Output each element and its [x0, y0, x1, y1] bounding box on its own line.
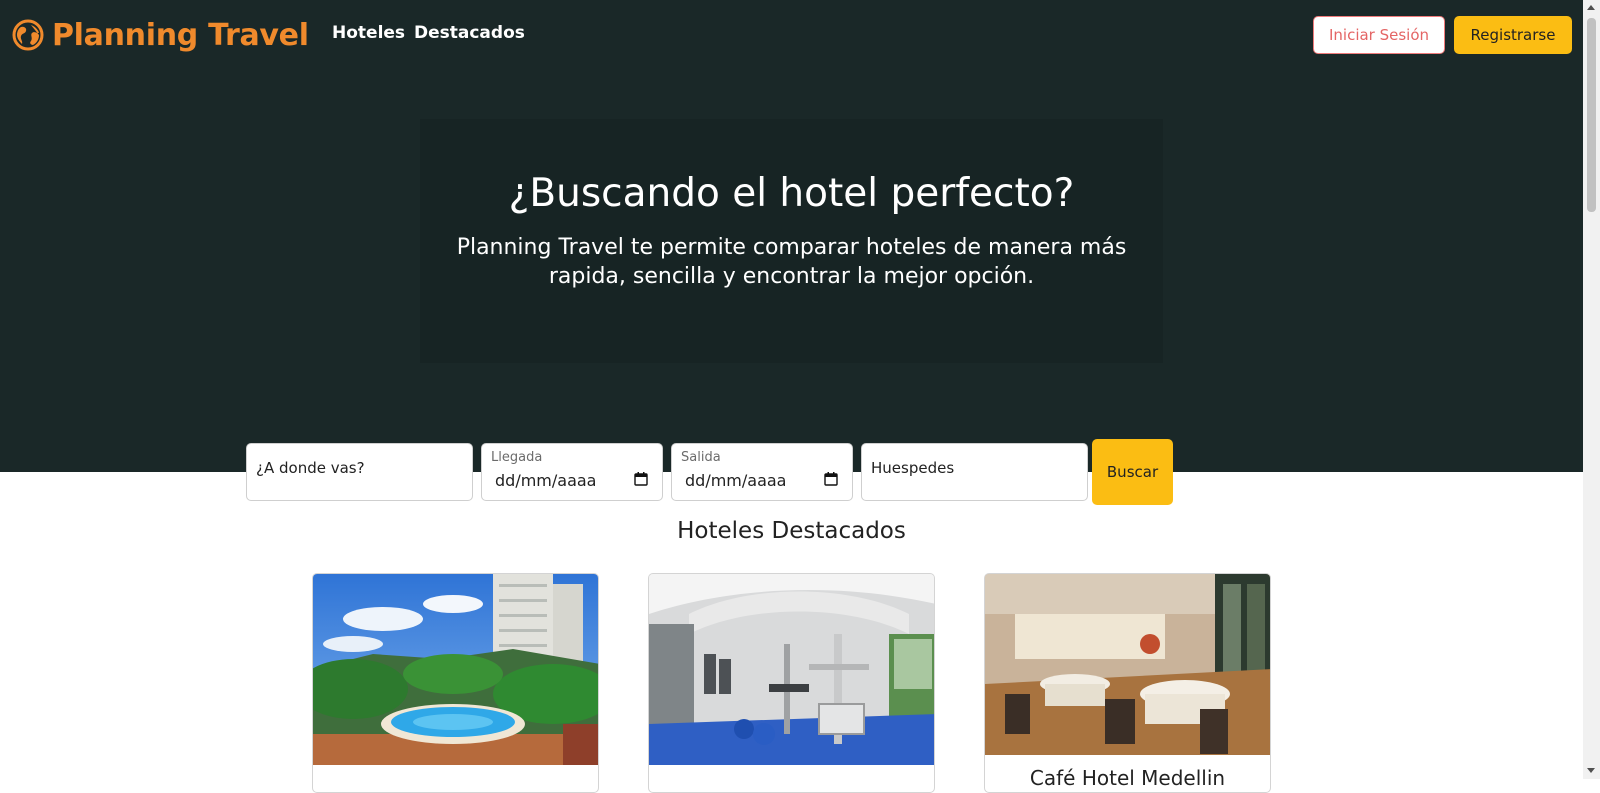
nav-hoteles[interactable]: Hoteles [332, 23, 405, 43]
featured-title: Hoteles Destacados [677, 518, 906, 544]
search-button[interactable]: Buscar [1092, 439, 1173, 505]
login-button[interactable]: Iniciar Sesión [1313, 16, 1445, 54]
brand-logo[interactable]: Planning Travel [12, 17, 309, 53]
hero-title: ¿Buscando el hotel perfecto? [508, 171, 1075, 216]
hotel-card[interactable] [648, 573, 935, 793]
brand-name: Planning Travel [52, 17, 309, 53]
checkin-label: Llegada [491, 450, 543, 465]
checkout-label: Salida [681, 450, 721, 465]
hero-subtitle: Planning Travel te permite comparar hote… [456, 235, 1127, 289]
checkin-date-input[interactable]: Llegada dd/mm/aaaa [481, 443, 663, 501]
checkout-date-input[interactable]: Salida dd/mm/aaaa [671, 443, 853, 501]
scroll-up-arrow-icon[interactable] [1587, 5, 1595, 10]
hotel-restaurant-photo [985, 574, 1270, 755]
destination-placeholder: ¿A donde vas? [256, 459, 365, 477]
globe-icon [12, 19, 44, 51]
scrollbar-thumb[interactable] [1587, 18, 1596, 212]
hero-card: ¿Buscando el hotel perfecto? Planning Tr… [420, 119, 1163, 363]
guests-input[interactable]: Huespedes [861, 443, 1088, 501]
calendar-icon[interactable] [824, 472, 838, 486]
hotel-card[interactable] [312, 573, 599, 793]
page-scrollbar[interactable] [1583, 0, 1600, 779]
hotel-name: Café Hotel Medellin [1029, 766, 1226, 790]
nav-destacados[interactable]: Destacados [414, 23, 525, 43]
destination-input[interactable]: ¿A donde vas? [246, 443, 473, 501]
guests-placeholder: Huespedes [871, 459, 955, 477]
hotel-gym-photo [649, 574, 934, 765]
checkout-value: dd/mm/aaaa [685, 471, 787, 490]
hotel-pool-photo [313, 574, 598, 765]
hotel-card[interactable]: Café Hotel Medellin [984, 573, 1271, 793]
calendar-icon[interactable] [634, 472, 648, 486]
scroll-down-arrow-icon[interactable] [1587, 768, 1595, 773]
register-button[interactable]: Registrarse [1454, 16, 1572, 54]
checkin-value: dd/mm/aaaa [495, 471, 597, 490]
